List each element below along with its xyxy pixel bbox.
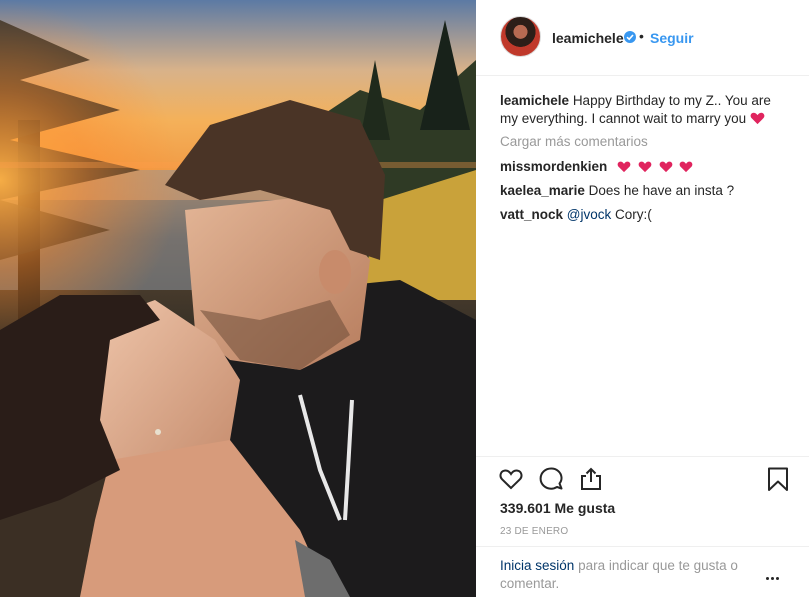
speech-bubble-icon[interactable] <box>538 466 564 492</box>
comment-item: kaelea_marie Does he have an insta ? <box>500 182 734 200</box>
comment-item: vatt_nock @jvock Cory:( <box>500 206 652 224</box>
load-more-comments-button[interactable]: Cargar más comentarios <box>500 134 648 149</box>
bookmark-icon[interactable] <box>765 466 791 492</box>
red-heart-icon <box>680 161 693 173</box>
comment-item: missmordenkien <box>500 158 696 178</box>
comment-text: Cory:( <box>615 207 652 222</box>
couple-kissing-sunset-image <box>0 0 476 597</box>
heart-outline-icon[interactable] <box>498 466 524 492</box>
comment-author[interactable]: missmordenkien <box>500 159 607 174</box>
post-photo[interactable] <box>0 0 476 597</box>
caption-author[interactable]: leamichele <box>500 93 569 108</box>
comment-emoji-hearts <box>617 160 696 178</box>
comment-mention-link[interactable]: @jvock <box>567 207 611 222</box>
post-actions-bar <box>476 456 809 496</box>
post-sidebar: leamichele • Seguir leamichele Happy Bir… <box>476 0 809 597</box>
instagram-post: leamichele • Seguir leamichele Happy Bir… <box>0 0 809 597</box>
separator-dot: • <box>639 28 644 44</box>
comment-author[interactable]: vatt_nock <box>500 207 563 222</box>
author-avatar[interactable] <box>500 16 541 57</box>
post-header: leamichele • Seguir <box>476 0 809 76</box>
red-heart-icon <box>750 112 765 125</box>
red-heart-icon <box>638 161 652 173</box>
share-icon[interactable] <box>578 466 604 492</box>
comment-author[interactable]: kaelea_marie <box>500 183 585 198</box>
likes-count[interactable]: 339.601 Me gusta <box>500 500 615 516</box>
more-options-icon[interactable] <box>766 567 786 580</box>
author-username[interactable]: leamichele <box>552 30 624 46</box>
post-date[interactable]: 23 DE ENERO <box>500 526 568 537</box>
caption: leamichele Happy Birthday to my Z.. You … <box>500 92 790 128</box>
post-footer: Inicia sesión para indicar que te gusta … <box>476 546 809 597</box>
red-heart-icon <box>659 161 672 173</box>
follow-button[interactable]: Seguir <box>650 30 694 46</box>
login-prompt: Inicia sesión para indicar que te gusta … <box>500 557 770 593</box>
comment-text: Does he have an insta ? <box>588 183 735 198</box>
verified-badge-icon <box>624 31 636 43</box>
login-link[interactable]: Inicia sesión <box>500 558 574 573</box>
red-heart-icon <box>617 161 631 173</box>
